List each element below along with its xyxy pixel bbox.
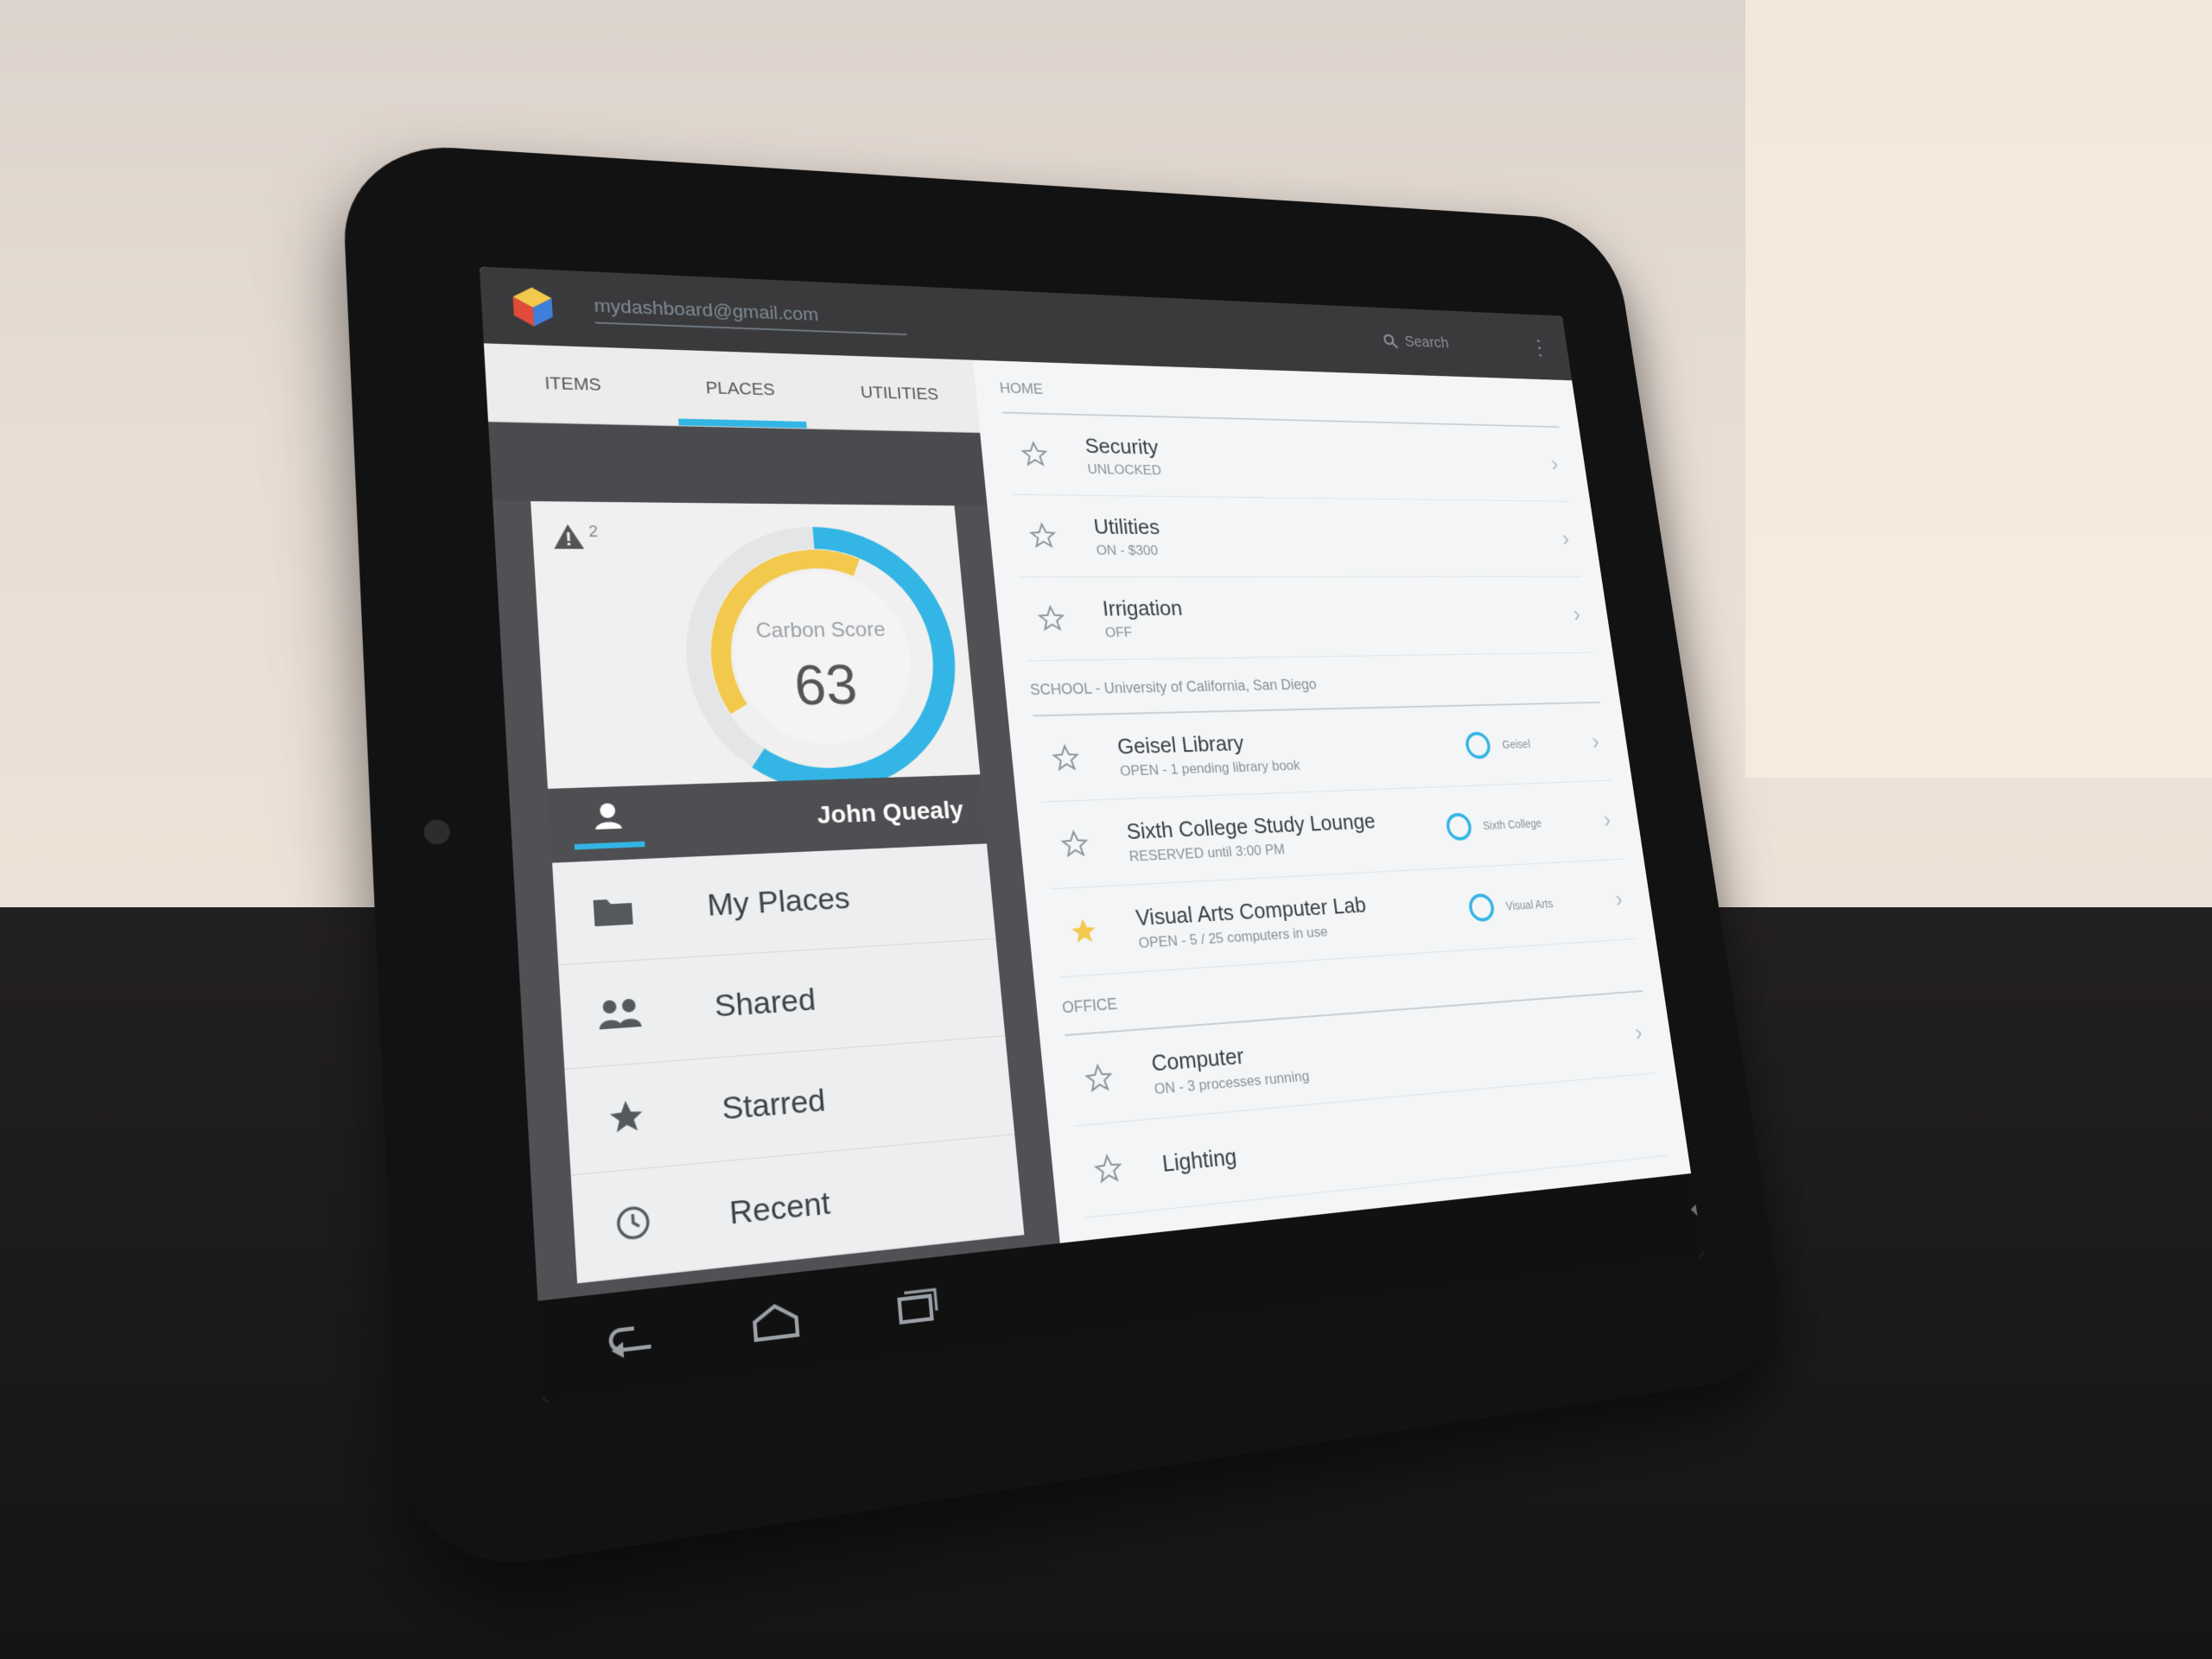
item-title: Irrigation — [1101, 595, 1184, 620]
header-strip — [488, 422, 988, 506]
folder-icon — [583, 893, 643, 929]
menu-item-label: Starred — [721, 1082, 827, 1127]
tab-utilities[interactable]: UTILITIES — [818, 355, 980, 433]
chevron-right-icon: › — [1549, 451, 1560, 476]
mini-gauge-label: Sixth College — [1482, 817, 1542, 832]
carbon-score-card: 2 Carbon Score 63 John Quealy — [531, 501, 987, 863]
mini-gauge-label: Visual Arts — [1504, 897, 1554, 913]
people-icon — [589, 994, 649, 1032]
star-icon — [596, 1096, 657, 1139]
chevron-right-icon: › — [1571, 601, 1582, 627]
mini-gauge-icon — [1442, 810, 1475, 844]
star-outline-icon[interactable] — [1045, 829, 1105, 861]
item-subtitle: OPEN - 1 pending library book — [1119, 757, 1301, 779]
star-outline-icon[interactable] — [1077, 1151, 1140, 1187]
star-outline-icon[interactable] — [1036, 743, 1096, 773]
chevron-right-icon: › — [1560, 525, 1571, 551]
back-icon[interactable] — [600, 1315, 662, 1367]
mini-gauge: Geisel — [1462, 728, 1533, 762]
tab-places[interactable]: PLACES — [655, 349, 824, 429]
alert-count: 2 — [588, 522, 599, 541]
chevron-right-icon: › — [1613, 886, 1624, 912]
home-icon[interactable] — [746, 1299, 805, 1350]
mini-gauge: Sixth College — [1442, 807, 1544, 843]
star-outline-icon[interactable] — [1014, 522, 1073, 550]
search-field[interactable]: Search — [1382, 333, 1450, 353]
alert-indicator[interactable]: 2 — [550, 523, 599, 551]
item-subtitle: OFF — [1104, 624, 1134, 640]
search-icon — [1382, 333, 1399, 350]
chevron-right-icon: › — [1590, 728, 1601, 754]
item-title: Utilities — [1092, 513, 1161, 539]
carbon-score-label: Carbon Score — [754, 618, 887, 643]
item-title: Lighting — [1160, 1142, 1238, 1177]
avatar-icon — [594, 802, 622, 830]
mini-gauge: Visual Arts — [1465, 887, 1554, 925]
clock-icon — [602, 1201, 664, 1244]
item-subtitle: ON - $300 — [1095, 542, 1159, 558]
camera-icon — [423, 819, 451, 845]
user-name: John Quealy — [816, 796, 965, 830]
wifi-icon — [1690, 1202, 1704, 1222]
list-item-irrigation[interactable]: Irrigation OFF › — [1019, 576, 1593, 662]
list-item-utilities[interactable]: Utilities ON - $300 › — [1010, 494, 1582, 578]
status-area — [1688, 1201, 1704, 1229]
left-pane: ITEMS PLACES UTILITIES 2 Carbon Score 63… — [483, 343, 1070, 1403]
star-outline-icon[interactable] — [1005, 440, 1064, 468]
item-title: Security — [1084, 433, 1160, 459]
mini-gauge-label: Geisel — [1501, 737, 1531, 751]
star-outline-icon[interactable] — [1068, 1061, 1129, 1096]
item-title: Geisel Library — [1116, 729, 1245, 759]
menu-item-label: Recent — [728, 1185, 832, 1231]
account-selector[interactable]: mydashboard@gmail.com — [593, 295, 907, 336]
menu-item-label: Shared — [713, 982, 817, 1024]
tablet-screen: mydashboard@gmail.com Search ⋮ ITEMS PLA… — [479, 266, 1704, 1403]
menu-item-label: My Places — [706, 880, 851, 923]
wall-corner — [1745, 0, 2212, 778]
avatar-tab[interactable] — [571, 798, 645, 849]
search-placeholder: Search — [1403, 333, 1450, 352]
carbon-score-value: 63 — [791, 653, 860, 717]
list-item-security[interactable]: Security UNLOCKED › — [1001, 413, 1571, 502]
star-outline-icon[interactable] — [1021, 604, 1081, 632]
chevron-right-icon: › — [1601, 806, 1613, 833]
app-logo-icon[interactable] — [506, 283, 559, 330]
right-pane: HOME Security UNLOCKED › Utilities ON - $3… — [972, 359, 1692, 1243]
mini-gauge-icon — [1462, 729, 1495, 761]
tab-items[interactable]: ITEMS — [484, 343, 661, 425]
star-filled-icon[interactable] — [1053, 915, 1115, 948]
item-subtitle: UNLOCKED — [1086, 461, 1162, 478]
recent-apps-icon[interactable] — [886, 1283, 944, 1332]
warning-icon — [552, 524, 585, 550]
overflow-menu-icon[interactable]: ⋮ — [1529, 334, 1551, 359]
mini-gauge-icon — [1465, 891, 1498, 925]
tablet-device: mydashboard@gmail.com Search ⋮ ITEMS PLA… — [340, 140, 1792, 1580]
chevron-right-icon: › — [1633, 1019, 1644, 1046]
places-menu: My Places Shared Starred Recent — [552, 843, 1025, 1284]
